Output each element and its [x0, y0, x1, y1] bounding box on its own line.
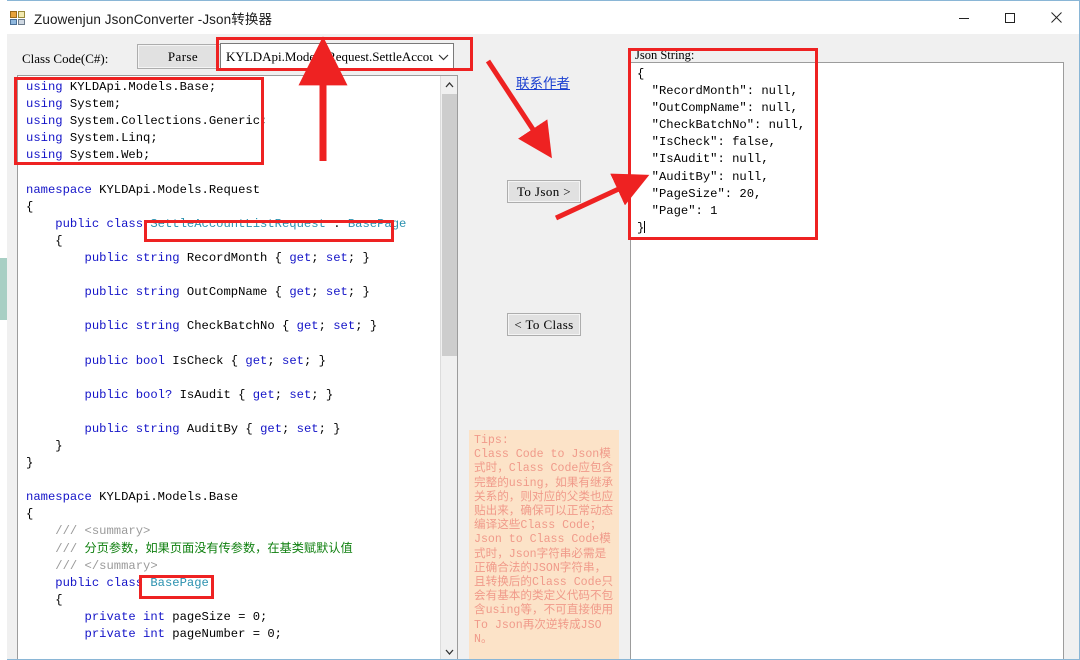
code-line: } [26, 456, 34, 471]
scrollbar-thumb[interactable] [442, 94, 457, 356]
code-line: using System.Collections.Generic; [26, 114, 268, 129]
code-line: private int pageSize = 0; [84, 609, 268, 624]
to-class-button[interactable]: < To Class [507, 313, 581, 336]
code-line: public string AuditBy { get; set; } [84, 421, 341, 436]
editor-scrollbar[interactable] [440, 76, 457, 659]
window-title: Zuowenjun JsonConverter -Json转换器 [34, 11, 273, 27]
json-output-box[interactable]: { "RecordMonth": null, "OutCompName": nu… [630, 62, 1064, 659]
title-bar: Zuowenjun JsonConverter -Json转换器 [1, 1, 1079, 34]
tips-panel: Tips: Class Code to Json模式时，Class Code应包… [469, 430, 619, 659]
desktop-edge-strip [0, 0, 7, 660]
json-string-label: Json String: [635, 48, 695, 62]
code-line: private int pageNumber = 0; [84, 627, 282, 641]
code-line: public string RecordMonth { get; set; } [84, 250, 370, 265]
close-button[interactable] [1033, 1, 1079, 34]
code-line: using System.Linq; [26, 131, 158, 146]
code-line: { [55, 592, 63, 607]
code-line: using KYLDApi.Models.Base; [26, 80, 217, 94]
code-line: /// 分页参数，如果页面没有传参数，在基类赋默认值 [55, 541, 353, 556]
code-line: public class SettleAccountListRequest : … [55, 216, 407, 231]
code-line: using System.Web; [26, 148, 151, 163]
json-text: { "RecordMonth": null, "OutCompName": nu… [637, 67, 806, 235]
minimize-button[interactable] [941, 1, 987, 34]
app-icon [10, 10, 26, 26]
code-line: /// <summary> [55, 524, 151, 539]
code-line: using System; [26, 97, 122, 112]
code-line: { [26, 507, 34, 522]
maximize-button[interactable] [987, 1, 1033, 34]
code-line: public string OutCompName { get; set; } [84, 285, 370, 300]
class-code-editor[interactable]: using KYLDApi.Models.Base; using System; u… [17, 75, 458, 659]
code-text: using KYLDApi.Models.Base; using System; u… [26, 79, 437, 643]
code-line: public bool IsCheck { get; set; } [84, 353, 326, 368]
code-line: /// </summary> [55, 558, 158, 573]
parse-button[interactable]: Parse [137, 44, 229, 69]
code-line: namespace KYLDApi.Models.Base [26, 490, 239, 505]
text-caret [644, 220, 646, 233]
client-area: Class Code(C#): Parse KYLDApi.Models.Req… [1, 34, 1079, 659]
code-line: } [55, 438, 63, 453]
code-line: { [55, 233, 63, 248]
code-line: public bool? IsAudit { get; set; } [84, 387, 334, 402]
code-line: { [26, 199, 34, 214]
scroll-up-button[interactable] [441, 76, 457, 93]
class-code-label: Class Code(C#): [22, 51, 109, 66]
code-line: namespace KYLDApi.Models.Request [26, 182, 261, 197]
code-line: public string CheckBatchNo { get; set; } [84, 319, 378, 334]
scroll-down-button[interactable] [441, 643, 457, 659]
chevron-down-icon[interactable] [433, 44, 453, 69]
window-controls [941, 1, 1079, 34]
class-select[interactable]: KYLDApi.Models.Request.SettleAccountI [220, 43, 454, 70]
contact-author-link[interactable]: 联系作者 [516, 72, 570, 92]
to-json-button[interactable]: To Json > [507, 180, 581, 203]
class-select-value: KYLDApi.Models.Request.SettleAccountI [226, 48, 433, 64]
code-line: public class BasePage [55, 575, 209, 590]
application-window: Zuowenjun JsonConverter -Json转换器 Class C… [0, 0, 1080, 660]
